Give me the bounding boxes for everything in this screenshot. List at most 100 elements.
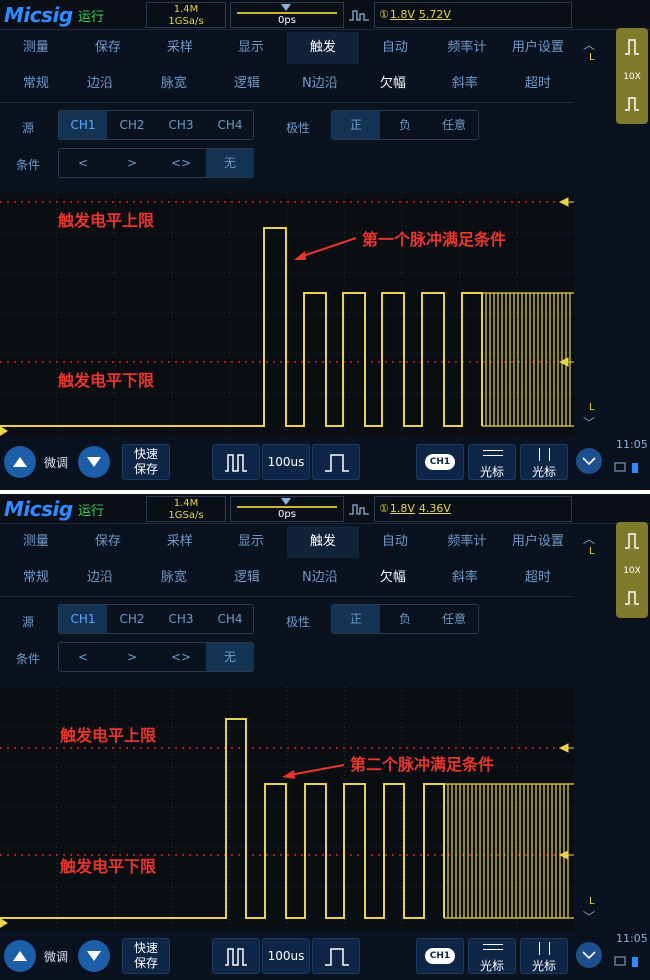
vertical-scale-bar[interactable]: ︿ L L ﹀ <box>580 30 610 430</box>
trigger-type-menu: 常规 边沿 脉宽 逻辑 N边沿 欠幅 斜率 超时 <box>0 562 574 594</box>
source-label: 源 <box>22 121 35 135</box>
status-bar: Micsig 运行 1.4M 1GSa/s 0ps ①1.8V 4.36V <box>0 494 650 524</box>
annotation-pulse: 第一个脉冲满足条件 <box>362 230 507 249</box>
trigger-type-pulse-width[interactable]: 脉宽 <box>138 562 210 594</box>
timebase-value[interactable]: 100us <box>262 444 310 480</box>
trigger-info[interactable]: ①1.8V 5.72V <box>374 2 572 28</box>
run-state[interactable]: 运行 <box>78 6 104 25</box>
trigger-type-slope[interactable]: 斜率 <box>429 562 501 594</box>
trigger-info[interactable]: ①1.8V 4.36V <box>374 496 572 522</box>
acquisition-info[interactable]: 1.4M 1GSa/s <box>146 2 226 28</box>
horizontal-position[interactable]: 0ps <box>230 496 344 522</box>
polarity-positive-button[interactable]: 正 <box>332 111 380 139</box>
fine-down-button[interactable] <box>78 446 110 478</box>
chevron-down-icon[interactable]: ﹀ <box>583 414 595 431</box>
source-ch2-button[interactable]: CH2 <box>108 605 156 633</box>
menu-frequency-counter[interactable]: 频率计 <box>431 526 503 558</box>
menu-acquire[interactable]: 采样 <box>144 526 216 558</box>
waveform-display[interactable]: 触发电平上限 触发电平下限 第一个脉冲满足条件 <box>0 193 574 436</box>
chevron-up-icon[interactable]: ︿ <box>583 36 595 53</box>
source-ch4-button[interactable]: CH4 <box>206 111 254 139</box>
timebase-decrease-button[interactable] <box>212 444 260 480</box>
menu-frequency-counter[interactable]: 频率计 <box>431 32 503 64</box>
horizontal-cursor-button[interactable]: 光标 <box>468 444 516 480</box>
condition-less-button[interactable]: < <box>59 149 107 177</box>
trigger-type-pulse-width[interactable]: 脉宽 <box>138 68 210 100</box>
menu-auto[interactable]: 自动 <box>359 32 431 64</box>
condition-less-button[interactable]: < <box>59 643 107 671</box>
trigger-type-edge[interactable]: 边沿 <box>64 562 136 594</box>
source-ch1-button[interactable]: CH1 <box>59 111 107 139</box>
trigger-type-timeout[interactable]: 超时 <box>502 562 574 594</box>
trigger-type-logic[interactable]: 逻辑 <box>211 562 283 594</box>
polarity-negative-button[interactable]: 负 <box>381 111 429 139</box>
channel-probe-panel[interactable]: 10X <box>616 522 648 618</box>
menu-measure[interactable]: 测量 <box>0 526 72 558</box>
condition-none-button[interactable]: 无 <box>206 643 254 671</box>
condition-between-button[interactable]: <> <box>157 643 205 671</box>
source-ch4-button[interactable]: CH4 <box>206 605 254 633</box>
expand-button[interactable] <box>576 942 602 968</box>
trigger-type-n-edge[interactable]: N边沿 <box>284 68 356 100</box>
menu-user-settings[interactable]: 用户设置 <box>502 526 574 558</box>
condition-none-button[interactable]: 无 <box>206 149 254 177</box>
trigger-type-n-edge[interactable]: N边沿 <box>284 562 356 594</box>
menu-auto[interactable]: 自动 <box>359 526 431 558</box>
horizontal-position[interactable]: 0ps <box>230 2 344 28</box>
channel-select-button[interactable]: CH1 <box>416 938 464 974</box>
pulse-rise-icon <box>625 39 639 55</box>
menu-display[interactable]: 显示 <box>215 32 287 64</box>
polarity-any-button[interactable]: 任意 <box>430 605 478 633</box>
menu-save[interactable]: 保存 <box>72 526 144 558</box>
timebase-increase-button[interactable] <box>312 444 360 480</box>
condition-greater-button[interactable]: > <box>108 149 156 177</box>
menu-display[interactable]: 显示 <box>215 526 287 558</box>
polarity-positive-button[interactable]: 正 <box>332 605 380 633</box>
quick-save-button[interactable]: 快速 保存 <box>122 444 170 480</box>
source-ch3-button[interactable]: CH3 <box>157 605 205 633</box>
acquisition-info[interactable]: 1.4M 1GSa/s <box>146 496 226 522</box>
fine-down-button[interactable] <box>78 940 110 972</box>
polarity-negative-button[interactable]: 负 <box>381 605 429 633</box>
trigger-type-runt[interactable]: 欠幅 <box>357 562 429 594</box>
vertical-cursor-button[interactable]: 光标 <box>520 444 568 480</box>
quick-save-button[interactable]: 快速 保存 <box>122 938 170 974</box>
horizontal-cursor-button[interactable]: 光标 <box>468 938 516 974</box>
source-ch3-button[interactable]: CH3 <box>157 111 205 139</box>
source-ch1-button[interactable]: CH1 <box>59 605 107 633</box>
menu-acquire[interactable]: 采样 <box>144 32 216 64</box>
condition-greater-button[interactable]: > <box>108 643 156 671</box>
fine-up-button[interactable] <box>4 446 36 478</box>
chevron-down-icon[interactable]: ﹀ <box>583 908 595 925</box>
source-ch2-button[interactable]: CH2 <box>108 111 156 139</box>
run-state[interactable]: 运行 <box>78 500 104 519</box>
channel-probe-panel[interactable]: 10X <box>616 28 648 124</box>
fine-up-button[interactable] <box>4 940 36 972</box>
menu-trigger[interactable]: 触发 <box>287 32 359 64</box>
menu-save[interactable]: 保存 <box>72 32 144 64</box>
menu-trigger[interactable]: 触发 <box>287 526 359 558</box>
expand-button[interactable] <box>576 448 602 474</box>
trigger-type-timeout[interactable]: 超时 <box>502 68 574 100</box>
polarity-any-button[interactable]: 任意 <box>430 111 478 139</box>
condition-between-button[interactable]: <> <box>157 149 205 177</box>
timebase-value[interactable]: 100us <box>262 938 310 974</box>
trigger-type-slope[interactable]: 斜率 <box>429 68 501 100</box>
trigger-type-general[interactable]: 常规 <box>0 68 72 100</box>
annotation-upper-limit: 触发电平上限 <box>58 211 155 230</box>
chevron-up-icon[interactable]: ︿ <box>583 530 595 547</box>
timebase-decrease-button[interactable] <box>212 938 260 974</box>
trigger-type-runt[interactable]: 欠幅 <box>357 68 429 100</box>
trigger-type-logic[interactable]: 逻辑 <box>211 68 283 100</box>
channel-select-button[interactable]: CH1 <box>416 444 464 480</box>
timebase-increase-button[interactable] <box>312 938 360 974</box>
vertical-cursor-button[interactable]: 光标 <box>520 938 568 974</box>
cursor-label-1: 光标 <box>479 959 504 973</box>
trigger-type-edge[interactable]: 边沿 <box>64 68 136 100</box>
vertical-scale-bar[interactable]: ︿ L L ﹀ <box>580 524 610 924</box>
waveform-display[interactable]: 触发电平上限 触发电平下限 第二个脉冲满足条件 <box>0 687 574 930</box>
menu-measure[interactable]: 测量 <box>0 32 72 64</box>
menu-user-settings[interactable]: 用户设置 <box>502 32 574 64</box>
trigger-type-general[interactable]: 常规 <box>0 562 72 594</box>
level-marker-top: L <box>589 546 595 557</box>
